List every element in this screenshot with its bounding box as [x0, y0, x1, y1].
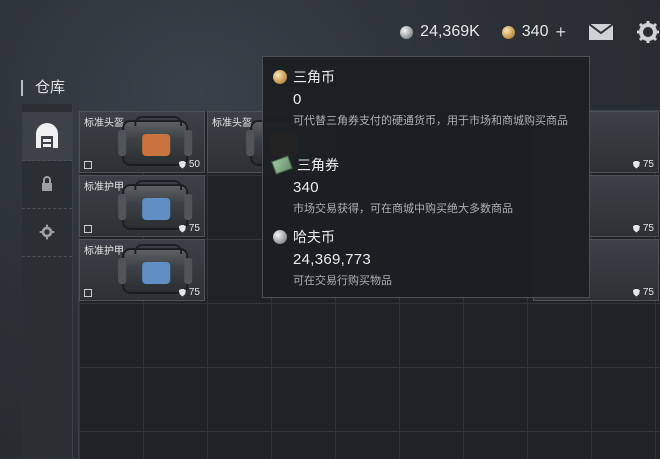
durability-badge: 75 — [178, 287, 200, 298]
durability-badge: 75 — [632, 223, 654, 234]
shield-icon — [632, 288, 640, 297]
sanjiao-currency[interactable]: 340 + — [501, 22, 566, 43]
inventory-item[interactable]: 标准头盔 50 — [79, 111, 205, 173]
inventory-item[interactable]: 标准护甲 75 — [79, 175, 205, 237]
tooltip-entry-desc: 可代替三角券支付的硬通货币，用于市场和商城购买商品 — [293, 115, 568, 127]
hafu-currency[interactable]: 24,369K — [400, 23, 480, 41]
tab-settings[interactable] — [22, 208, 72, 257]
tooltip-entry-sanjiao-ticket: 三角券 340 市场交易获得，可在商城中购买绝大多数商品 — [271, 155, 591, 218]
warehouse-icon — [36, 123, 58, 148]
sanjiao-coin-icon — [273, 70, 287, 84]
gear-icon — [39, 224, 55, 240]
top-currency-bar: 24,369K 340 + — [400, 14, 660, 50]
inventory-item[interactable]: 标准护甲 75 — [79, 239, 205, 301]
section-title-warehouse: 仓库 — [21, 80, 65, 96]
hafu-amount: 24,369K — [420, 23, 480, 40]
item-name: 标准头盔 — [212, 118, 252, 129]
sanjiao-ticket-icon — [271, 155, 293, 175]
shield-icon — [178, 224, 186, 233]
lock-icon — [42, 176, 52, 191]
shield-icon — [178, 160, 186, 169]
sanjiao-coin-icon — [501, 25, 515, 39]
shield-icon — [632, 160, 640, 169]
add-currency-button[interactable]: + — [555, 22, 566, 43]
durability-badge: 75 — [178, 223, 200, 234]
gear-icon[interactable] — [636, 20, 660, 44]
hafu-coin-icon — [273, 230, 287, 244]
tooltip-entry-value: 24,369,773 — [293, 251, 372, 268]
item-name: 标准护甲 — [84, 246, 124, 257]
shield-icon — [178, 288, 186, 297]
tab-warehouse[interactable] — [22, 112, 72, 161]
mail-icon[interactable] — [588, 23, 614, 41]
warehouse-sidebar — [22, 104, 73, 458]
tooltip-entry-title: 三角券 — [297, 157, 339, 173]
tab-locked[interactable] — [22, 160, 72, 209]
durability-badge: 50 — [178, 159, 200, 170]
tooltip-entry-value: 0 — [293, 91, 302, 108]
shield-icon — [632, 224, 640, 233]
tooltip-entry-desc: 市场交易获得，可在商城中购买绝大多数商品 — [293, 203, 513, 215]
durability-badge: 75 — [632, 287, 654, 298]
tooltip-entry-sanjiao-coin: 三角币 0 可代替三角券支付的硬通货币，用于市场和商城购买商品 — [273, 67, 591, 130]
item-corner-icon — [84, 289, 92, 297]
item-name: 标准头盔 — [84, 118, 124, 129]
tooltip-entry-hafu-coin: 哈夫币 24,369,773 可在交易行购买物品 — [273, 227, 591, 290]
tooltip-entry-desc: 可在交易行购买物品 — [293, 275, 392, 287]
tooltip-entry-title: 三角币 — [293, 69, 335, 85]
durability-badge: 75 — [632, 159, 654, 170]
item-name: 标准护甲 — [84, 182, 124, 193]
sanjiao-amount: 340 — [521, 23, 549, 40]
tooltip-entry-value: 340 — [293, 179, 319, 196]
item-corner-icon — [84, 161, 92, 169]
currency-tooltip: 三角币 0 可代替三角券支付的硬通货币，用于市场和商城购买商品 三角券 340 … — [262, 56, 590, 298]
tooltip-entry-title: 哈夫币 — [293, 229, 335, 245]
item-corner-icon — [84, 225, 92, 233]
hafu-coin-icon — [400, 25, 414, 39]
